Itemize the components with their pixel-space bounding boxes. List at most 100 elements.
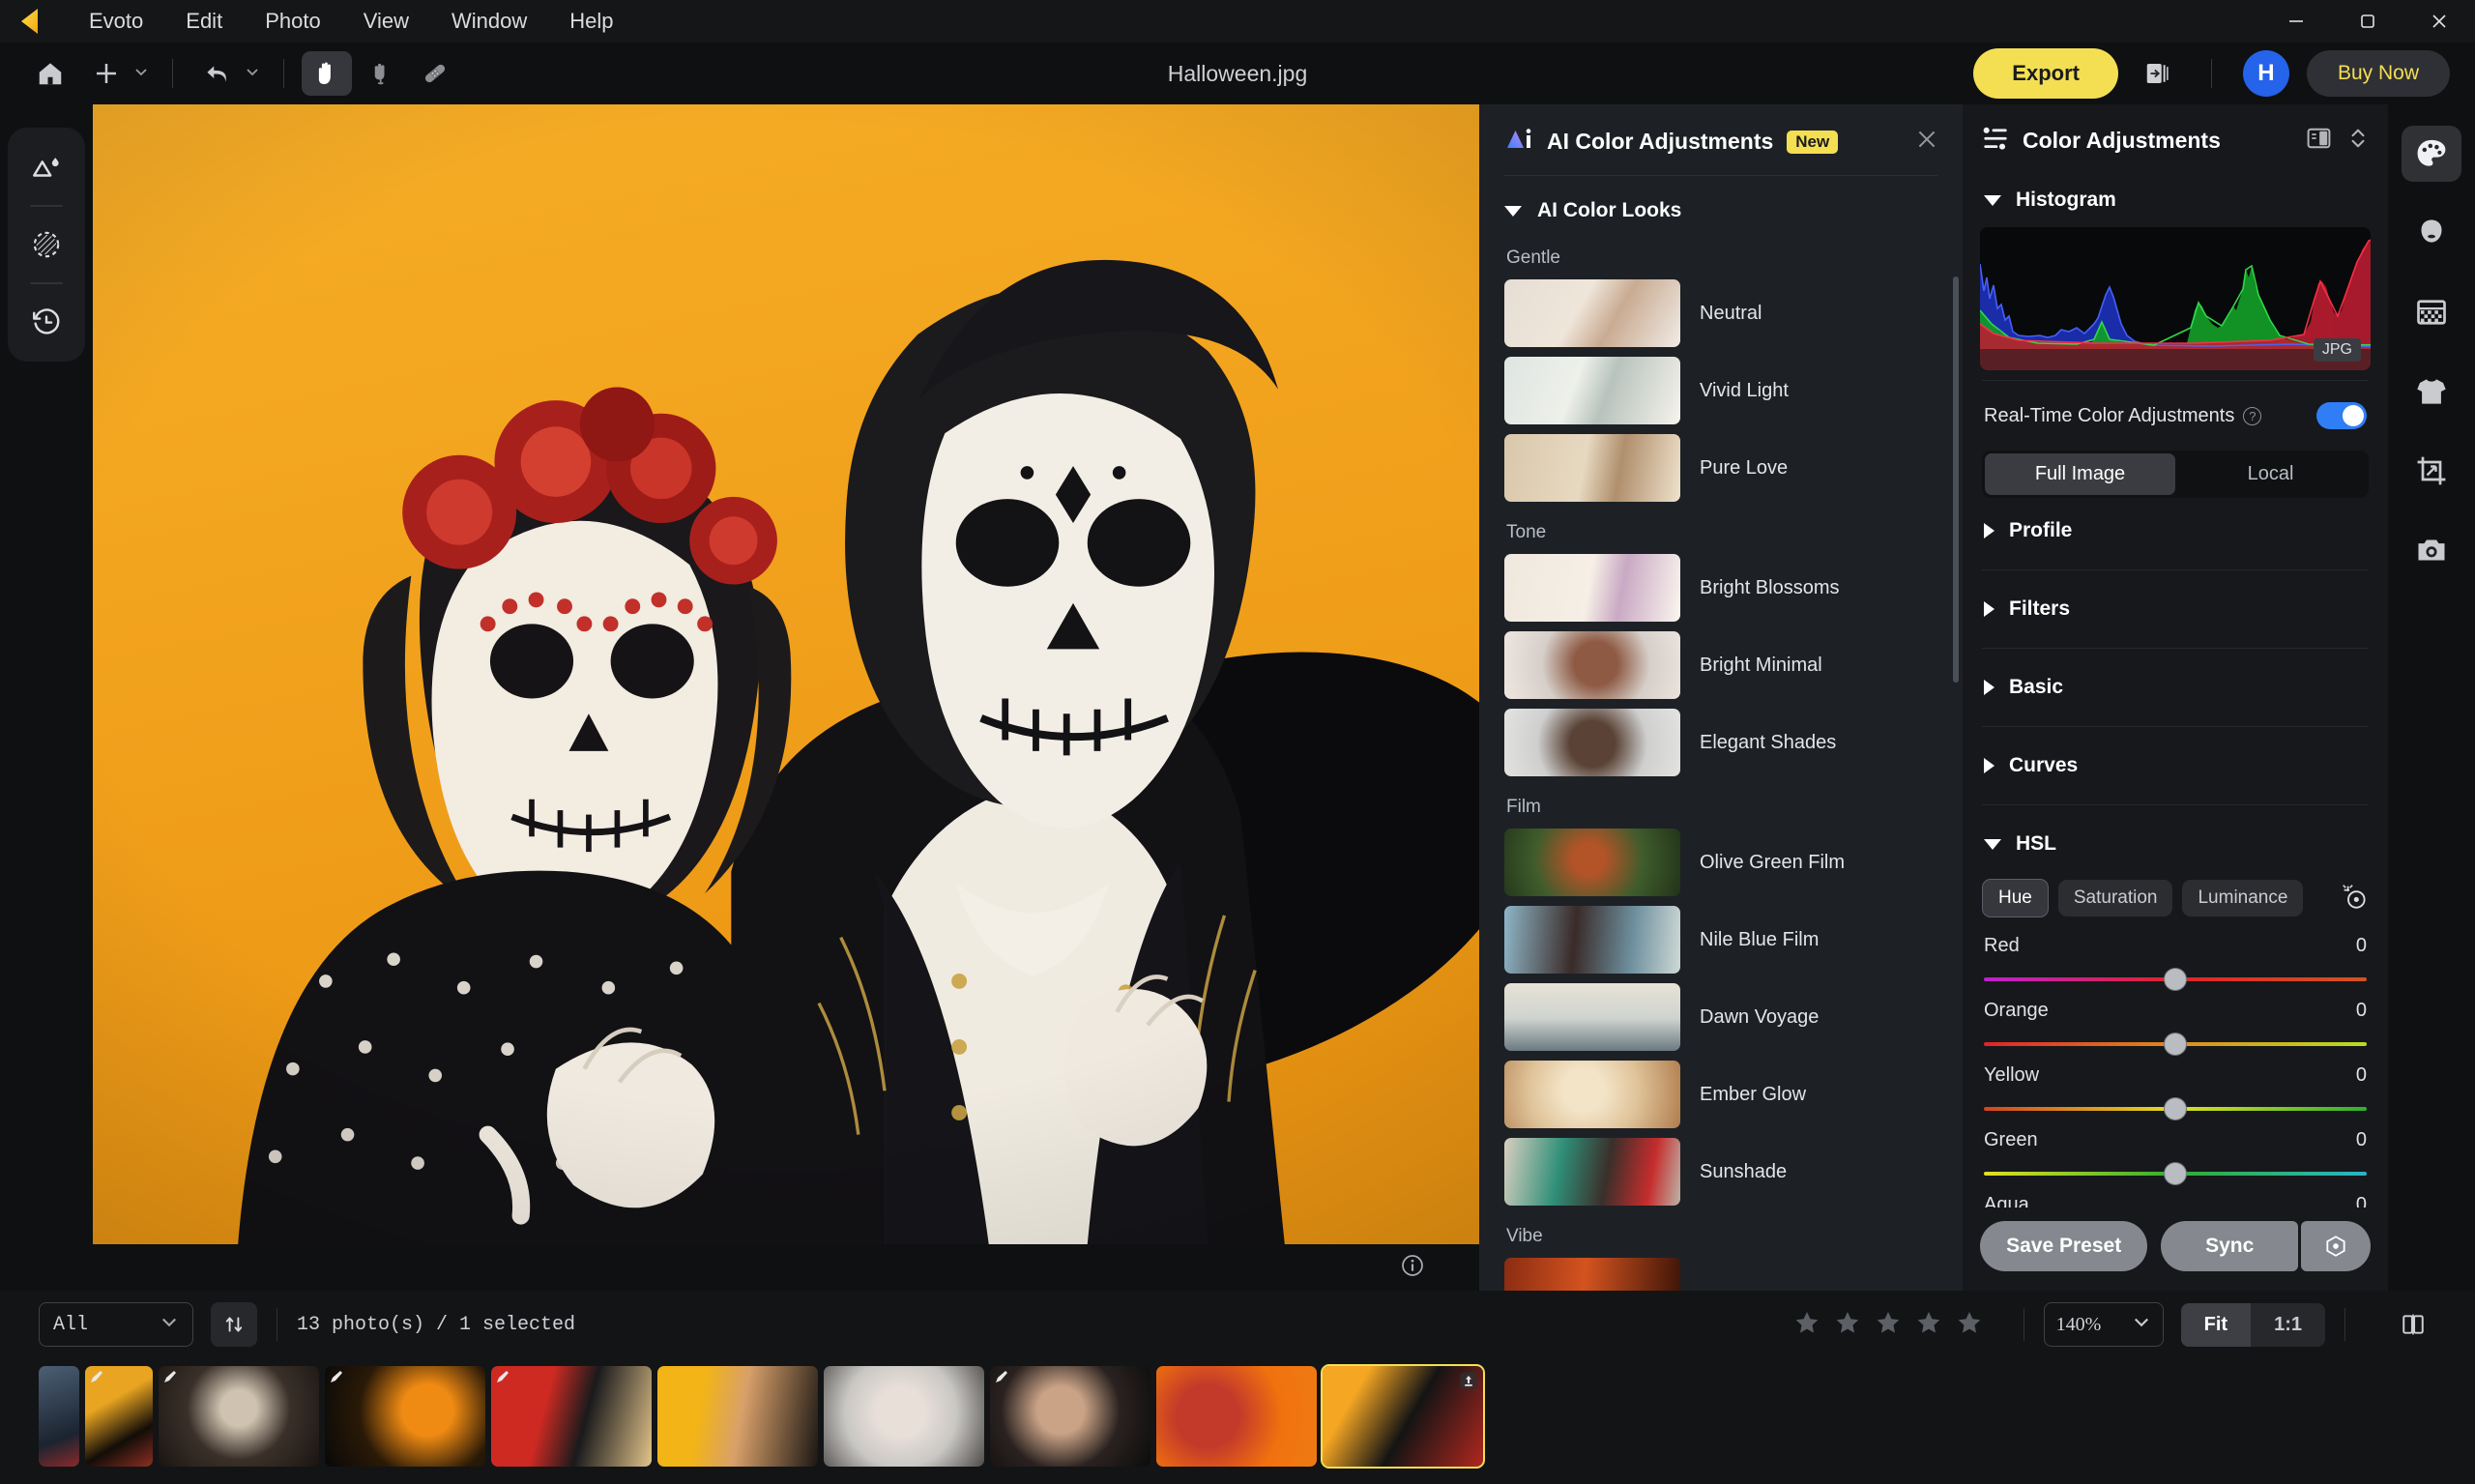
star-icon[interactable]: [1834, 1309, 1861, 1341]
list-item[interactable]: Bright Minimal: [1504, 626, 1937, 704]
list-item[interactable]: Sunshade: [1504, 1133, 1937, 1210]
menu-item-window[interactable]: Window: [430, 3, 548, 40]
export-to-icon[interactable]: [2136, 51, 2180, 96]
camera-icon[interactable]: [2402, 522, 2461, 578]
close-icon[interactable]: [1914, 127, 1939, 157]
gear-hex-icon[interactable]: [2301, 1221, 2371, 1271]
buy-now-button[interactable]: Buy Now: [2306, 50, 2450, 97]
histogram-section-header[interactable]: Histogram: [1980, 173, 2371, 223]
menu-item-edit[interactable]: Edit: [164, 3, 244, 40]
list-item[interactable]: Bright Blossoms: [1504, 549, 1937, 626]
star-icon[interactable]: [1875, 1309, 1902, 1341]
section-hsl[interactable]: HSL: [1980, 815, 2371, 873]
list-item[interactable]: [491, 1366, 652, 1467]
info-icon[interactable]: ?: [2243, 406, 2262, 425]
menu-item-help[interactable]: Help: [548, 3, 634, 40]
realtime-toggle[interactable]: [2316, 402, 2367, 429]
slider-thumb[interactable]: [2165, 1033, 2186, 1055]
sort-icon[interactable]: [211, 1302, 257, 1347]
list-item[interactable]: [657, 1366, 818, 1467]
tab-local[interactable]: Local: [2175, 453, 2366, 495]
texture-grid-icon[interactable]: [2402, 284, 2461, 340]
zoom-select[interactable]: 140%: [2043, 1302, 2164, 1347]
ai-color-looks-header[interactable]: AI Color Looks: [1479, 176, 1963, 232]
list-item[interactable]: Elegant Shades: [1504, 704, 1937, 781]
filmstrip[interactable]: [0, 1358, 2475, 1484]
list-item[interactable]: Olive Green Film: [1504, 824, 1937, 901]
scrollbar-thumb[interactable]: [1953, 276, 1959, 683]
list-item[interactable]: [159, 1366, 319, 1467]
one-to-one-button[interactable]: 1:1: [2251, 1303, 2325, 1347]
slider-thumb[interactable]: [2165, 1163, 2186, 1184]
tshirt-icon[interactable]: [2402, 364, 2461, 420]
hsl-tab-saturation[interactable]: Saturation: [2057, 880, 2173, 917]
star-icon[interactable]: [1956, 1309, 1983, 1341]
section-filters[interactable]: Filters: [1980, 580, 2371, 638]
menu-item-evoto[interactable]: Evoto: [68, 3, 164, 40]
compare-split-icon[interactable]: [2306, 127, 2332, 155]
history-clock-icon[interactable]: [16, 292, 76, 352]
dodge-finger-icon[interactable]: [356, 51, 406, 96]
list-item[interactable]: Neutral: [1504, 275, 1937, 352]
list-item[interactable]: [1321, 1364, 1485, 1469]
list-item[interactable]: [325, 1366, 485, 1467]
face-icon[interactable]: [2402, 205, 2461, 261]
menu-item-photo[interactable]: Photo: [244, 3, 342, 40]
retouch-image-icon[interactable]: [16, 137, 76, 197]
list-item[interactable]: Pure Love: [1504, 429, 1937, 507]
slider-green[interactable]: Green 0: [1980, 1121, 2371, 1186]
add-photos-button[interactable]: [79, 51, 155, 96]
rating-stars[interactable]: [1793, 1309, 1983, 1341]
color-adjustments-scroll[interactable]: Histogram JPG Real-Time Color Adjustment…: [1963, 173, 2388, 1208]
list-item[interactable]: [824, 1366, 984, 1467]
bandage-heal-icon[interactable]: [410, 51, 460, 96]
star-icon[interactable]: [1915, 1309, 1942, 1341]
star-icon[interactable]: [1793, 1309, 1820, 1341]
slider-orange[interactable]: Orange 0: [1980, 992, 2371, 1057]
fit-button[interactable]: Fit: [2180, 1302, 2252, 1347]
section-basic[interactable]: Basic: [1980, 658, 2371, 716]
close-icon[interactable]: [2403, 0, 2475, 43]
maximize-icon[interactable]: [2332, 0, 2403, 43]
caret-down-icon: [1984, 194, 2001, 206]
slider-yellow[interactable]: Yellow 0: [1980, 1057, 2371, 1121]
slider-red[interactable]: Red 0: [1980, 927, 2371, 992]
info-icon[interactable]: [1400, 1253, 1425, 1283]
expand-collapse-icon[interactable]: [2347, 126, 2369, 156]
save-preset-button[interactable]: Save Preset: [1980, 1221, 2148, 1271]
section-curves[interactable]: Curves: [1980, 737, 2371, 795]
hsl-tab-luminance[interactable]: Luminance: [2182, 880, 2304, 917]
sync-button[interactable]: Sync: [2161, 1221, 2298, 1271]
image-canvas[interactable]: [93, 104, 1479, 1244]
section-profile[interactable]: Profile: [1980, 502, 2371, 560]
hand-icon[interactable]: [302, 51, 352, 96]
list-item[interactable]: [39, 1366, 79, 1467]
list-item[interactable]: Dawn Voyage: [1504, 978, 1937, 1056]
list-item[interactable]: Ember Glow: [1504, 1056, 1937, 1133]
slider-thumb[interactable]: [2165, 969, 2186, 990]
list-item[interactable]: [990, 1366, 1150, 1467]
mask-circle-icon[interactable]: [16, 215, 76, 275]
target-picker-icon[interactable]: [2340, 882, 2369, 916]
list-item[interactable]: [85, 1366, 153, 1467]
ai-looks-scroll[interactable]: Gentle Neutral Vivid Light Pure Love Ton…: [1479, 232, 1963, 1291]
undo-button[interactable]: [190, 51, 266, 96]
list-item[interactable]: Vivid Light: [1504, 352, 1937, 429]
avatar[interactable]: H: [2242, 50, 2289, 97]
list-item[interactable]: [1156, 1366, 1317, 1467]
hsl-tab-hue[interactable]: Hue: [1982, 879, 2049, 917]
crop-icon[interactable]: [2402, 443, 2461, 499]
list-item[interactable]: [1504, 1253, 1937, 1291]
minimize-icon[interactable]: [2260, 0, 2332, 43]
home-icon[interactable]: [25, 51, 75, 96]
slider-thumb[interactable]: [2165, 1098, 2186, 1120]
filter-select[interactable]: All: [39, 1302, 193, 1347]
compare-view-icon[interactable]: [2390, 1302, 2436, 1347]
photo-preview[interactable]: [93, 104, 1479, 1244]
export-button[interactable]: Export: [1973, 48, 2118, 99]
palette-icon[interactable]: [2402, 126, 2461, 182]
list-item[interactable]: Nile Blue Film: [1504, 901, 1937, 978]
slider-aqua[interactable]: Aqua 0: [1980, 1186, 2371, 1208]
menu-item-view[interactable]: View: [342, 3, 430, 40]
tab-full-image[interactable]: Full Image: [1985, 453, 2175, 495]
